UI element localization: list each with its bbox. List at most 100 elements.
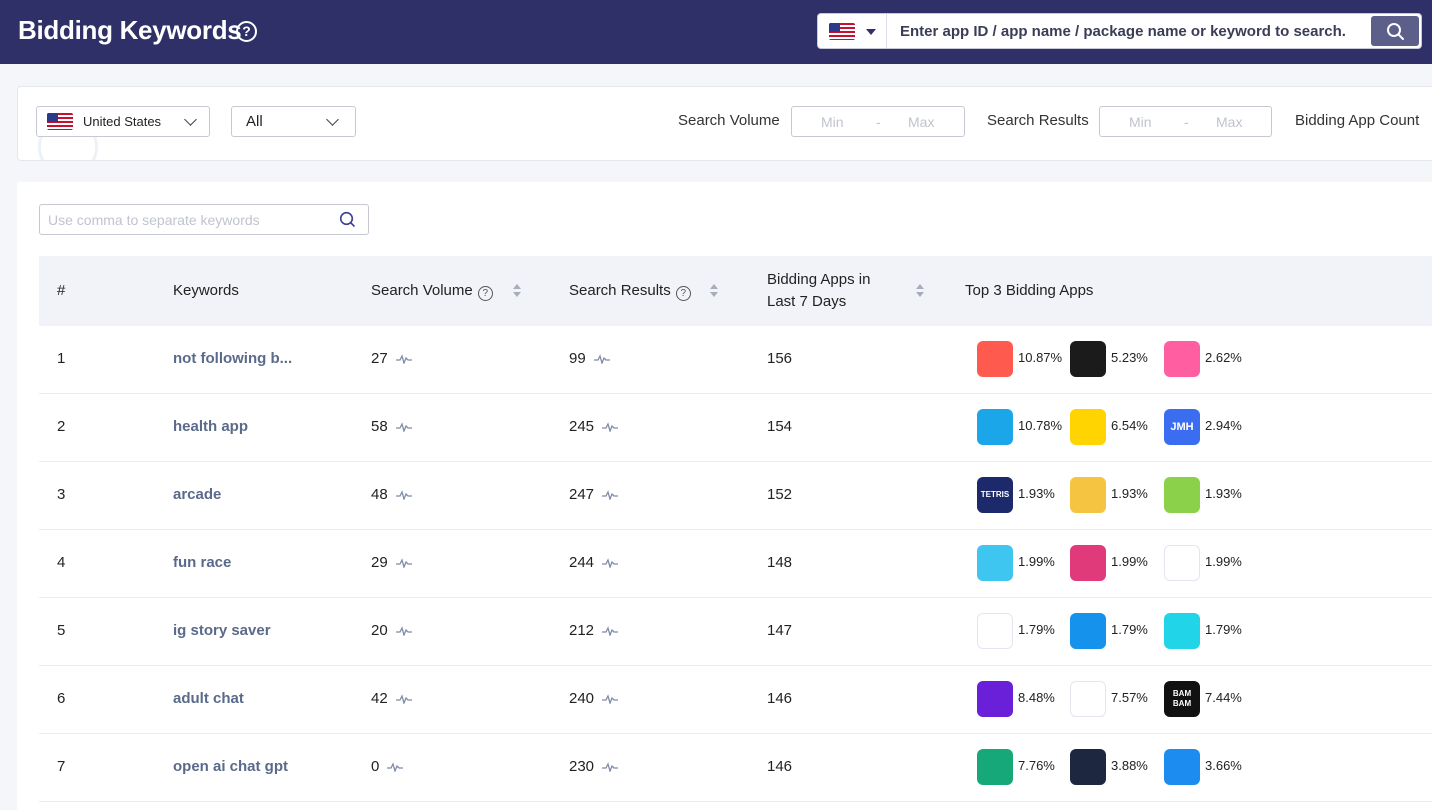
dots-game-app-icon[interactable]	[1164, 477, 1200, 513]
country-label: United States	[83, 114, 162, 129]
trend-chart-icon[interactable]	[602, 419, 619, 436]
search-icon[interactable]	[339, 211, 357, 229]
keyword-link[interactable]: health app	[173, 418, 248, 435]
table-header: # Keywords Search Volume? Search Results…	[39, 256, 1432, 326]
filter-panel: United States All Search Volume Min - Ma…	[17, 86, 1432, 161]
app-share-percent: 1.93%	[1111, 486, 1148, 501]
global-search[interactable]: Enter app ID / app name / package name o…	[817, 13, 1422, 49]
trend-chart-icon[interactable]	[395, 487, 412, 504]
repost-app-icon[interactable]	[1070, 613, 1106, 649]
app-icon-text: TETRIS	[980, 490, 1010, 499]
app-icon-text: JMH	[1170, 421, 1194, 433]
app-share-percent: 1.99%	[1205, 554, 1242, 569]
app-share-percent: 3.66%	[1205, 758, 1242, 773]
plus-app-icon[interactable]	[1070, 409, 1106, 445]
app-share-percent: 6.54%	[1111, 418, 1148, 433]
p-logo-app-icon[interactable]	[977, 409, 1013, 445]
country-flag-dropdown[interactable]	[818, 14, 887, 48]
country-select[interactable]: United States	[36, 106, 210, 137]
top3-column-header: Top 3 Bidding Apps	[965, 282, 1094, 299]
table-row[interactable]: 1 not following b... 27 99 156 10.87% 5.23% 2.6…	[39, 326, 1432, 394]
trend-chart-icon[interactable]	[395, 623, 412, 640]
help-icon[interactable]: ?	[675, 286, 691, 301]
search-results-value: 244	[569, 554, 595, 571]
min-input[interactable]: Min	[1129, 114, 1152, 130]
tetris-app-icon[interactable]: TETRIS	[977, 477, 1013, 513]
crowd-run-app-icon[interactable]	[1164, 545, 1200, 581]
min-input[interactable]: Min	[821, 114, 844, 130]
search-volume-value: 58	[371, 418, 388, 435]
trend-chart-icon[interactable]	[387, 759, 404, 776]
ghost-app-icon[interactable]	[977, 613, 1013, 649]
helmet-game-app-icon[interactable]	[1070, 545, 1106, 581]
help-icon[interactable]: ?	[477, 286, 493, 301]
keywords-table-card: Use comma to separate keywords # Keyword…	[17, 182, 1432, 810]
search-results-value: 245	[569, 418, 595, 435]
trend-chart-icon[interactable]	[593, 351, 610, 368]
keyword-link[interactable]: not following b...	[173, 350, 292, 367]
trend-chart-icon[interactable]	[395, 691, 412, 708]
table-row[interactable]: 2 health app 58 245 154 10.78% 6.54% JMH 2.94%	[39, 394, 1432, 462]
chevron-down-icon	[184, 113, 197, 126]
race-game-app-icon[interactable]	[977, 545, 1013, 581]
max-input[interactable]: Max	[908, 114, 934, 130]
search-volume-range[interactable]: Min - Max	[791, 106, 965, 137]
page-title: Bidding Keywords	[18, 15, 242, 45]
robot-app-icon[interactable]	[1070, 749, 1106, 785]
max-input[interactable]: Max	[1216, 114, 1242, 130]
search-volume-column-header[interactable]: Search Volume?	[371, 280, 493, 302]
app-share-percent: 3.88%	[1111, 758, 1148, 773]
search-results-cell: 230	[569, 758, 619, 776]
user-follow-app-icon[interactable]	[977, 341, 1013, 377]
trend-chart-icon[interactable]	[395, 555, 412, 572]
trend-chart-icon[interactable]	[602, 487, 619, 504]
search-volume-value: 20	[371, 622, 388, 639]
table-row[interactable]: 4 fun race 29 244 148 1.99% 1.99% 1.99%	[39, 530, 1432, 598]
bidding-apps-cell: 156	[767, 350, 793, 367]
sort-icon[interactable]	[916, 284, 924, 298]
trend-chart-icon[interactable]	[602, 691, 619, 708]
table-row[interactable]: 5 ig story saver 20 212 147 1.79% 1.79% 1.79%	[39, 598, 1432, 666]
search-button[interactable]	[1371, 16, 1419, 46]
keyword-link[interactable]: arcade	[173, 486, 221, 503]
surf-game-app-icon[interactable]	[1070, 477, 1106, 513]
circle-app-icon[interactable]	[1164, 613, 1200, 649]
keyword-link[interactable]: adult chat	[173, 690, 244, 707]
sort-icon[interactable]	[710, 284, 718, 298]
table-row[interactable]: 3 arcade 48 247 152 TETRIS 1.93% 1.93% 1.93%	[39, 462, 1432, 530]
us-flag-icon	[829, 23, 855, 40]
sort-icon[interactable]	[513, 284, 521, 298]
trend-chart-icon[interactable]	[602, 759, 619, 776]
heart-likes-app-icon[interactable]	[1164, 341, 1200, 377]
app-share-percent: 2.62%	[1205, 350, 1242, 365]
search-icon	[1387, 23, 1404, 40]
robot-face-app-icon[interactable]	[1164, 749, 1200, 785]
jmh-app-icon[interactable]: JMH	[1164, 409, 1200, 445]
ghost-app-icon[interactable]	[1070, 681, 1106, 717]
trend-chart-icon[interactable]	[602, 623, 619, 640]
search-results-filter-label: Search Results	[987, 112, 1089, 129]
trend-chart-icon[interactable]	[395, 351, 412, 368]
table-row[interactable]: 6 adult chat 42 240 146 8.48% 7.57% BAM BAM 7.44…	[39, 666, 1432, 734]
keyword-filter-input[interactable]: Use comma to separate keywords	[39, 204, 369, 235]
search-input[interactable]: Enter app ID / app name / package name o…	[900, 23, 1346, 40]
star-chat-app-icon[interactable]	[977, 681, 1013, 717]
chevron-down-icon	[326, 113, 339, 126]
search-results-range[interactable]: Min - Max	[1099, 106, 1272, 137]
unfollowers-app-icon[interactable]	[1070, 341, 1106, 377]
keyword-link[interactable]: fun race	[173, 554, 231, 571]
help-icon[interactable]: ?	[236, 21, 257, 42]
bidding-apps-column-header[interactable]: Bidding Apps in Last 7 Days	[767, 269, 870, 313]
app-icon-text: BAM BAM	[1172, 689, 1192, 708]
bambam-app-icon[interactable]: BAM BAM	[1164, 681, 1200, 717]
ai-s-app-icon[interactable]	[977, 749, 1013, 785]
trend-chart-icon[interactable]	[395, 419, 412, 436]
keyword-link[interactable]: ig story saver	[173, 622, 271, 639]
keyword-link[interactable]: open ai chat gpt	[173, 758, 288, 775]
trend-chart-icon[interactable]	[602, 555, 619, 572]
bidding-apps-cell: 148	[767, 554, 793, 571]
search-results-column-header[interactable]: Search Results?	[569, 280, 691, 302]
category-select[interactable]: All	[231, 106, 356, 137]
table-row[interactable]: 7 open ai chat gpt 0 230 146 7.76% 3.88% 3.66%	[39, 734, 1432, 802]
app-share-percent: 8.48%	[1018, 690, 1055, 705]
